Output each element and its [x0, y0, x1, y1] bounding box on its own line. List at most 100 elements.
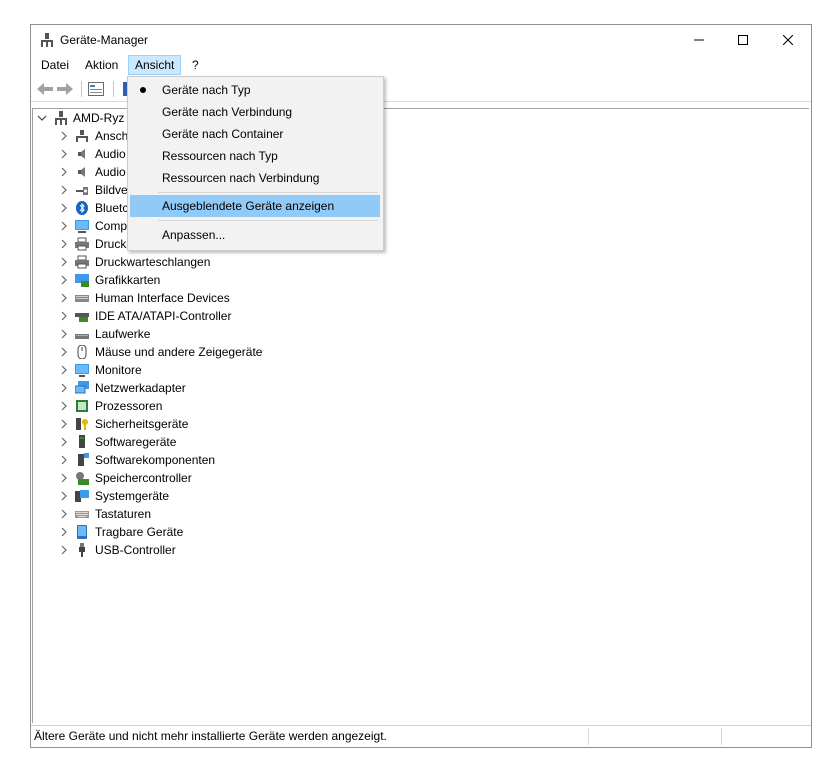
software-device-icon: [79, 435, 85, 448]
tree-item[interactable]: USB-Controller: [33, 541, 633, 559]
tree-item[interactable]: Druckwarteschlangen: [33, 253, 633, 271]
chevron-right-icon[interactable]: [59, 361, 69, 379]
chevron-right-icon[interactable]: [59, 343, 69, 361]
tree-item-label: Audio: [95, 165, 126, 179]
chevron-right-icon[interactable]: [59, 415, 69, 433]
menu-item-label: Geräte nach Container: [162, 127, 284, 141]
tree-item[interactable]: Softwaregeräte: [33, 433, 633, 451]
tree-item-label: Bluetc: [95, 201, 129, 215]
chevron-right-icon[interactable]: [59, 433, 69, 451]
chevron-right-icon[interactable]: [59, 397, 69, 415]
close-button[interactable]: [766, 25, 810, 55]
menu-item-customize[interactable]: Anpassen...: [130, 224, 380, 246]
chevron-right-icon[interactable]: [59, 181, 69, 199]
chevron-right-icon[interactable]: [59, 451, 69, 469]
menu-item-label: Anpassen...: [162, 228, 226, 242]
forward-arrow-icon: [57, 83, 73, 95]
network-adapter-icon: [75, 381, 89, 394]
menu-item-resources-by-type[interactable]: Ressourcen nach Typ: [130, 145, 380, 167]
chevron-right-icon[interactable]: [59, 253, 69, 271]
status-divider: [721, 728, 722, 745]
tree-item[interactable]: Softwarekomponenten: [33, 451, 633, 469]
tree-item[interactable]: IDE ATA/ATAPI-Controller: [33, 307, 633, 325]
menu-datei[interactable]: Datei: [35, 55, 75, 75]
chevron-right-icon[interactable]: [59, 199, 69, 217]
tree-item[interactable]: Grafikkarten: [33, 271, 633, 289]
chevron-right-icon[interactable]: [59, 271, 69, 289]
menu-item-show-hidden-devices[interactable]: Ausgeblendete Geräte anzeigen: [130, 195, 380, 217]
tree-item[interactable]: Human Interface Devices: [33, 289, 633, 307]
tree-item-label: Monitore: [95, 363, 142, 377]
status-text: Ältere Geräte und nicht mehr installiert…: [34, 729, 387, 743]
tree-item-label: Grafikkarten: [95, 273, 161, 287]
printer-icon: [75, 237, 89, 251]
menu-item-devices-by-connection[interactable]: Geräte nach Verbindung: [130, 101, 380, 123]
menu-item-label: Ausgeblendete Geräte anzeigen: [162, 199, 335, 213]
menu-aktion[interactable]: Aktion: [79, 55, 124, 75]
chevron-right-icon[interactable]: [59, 487, 69, 505]
audio-speaker-icon: [78, 167, 85, 177]
minimize-button[interactable]: [677, 25, 721, 55]
tree-item-label: Systemgeräte: [95, 489, 170, 503]
tree-item-label: IDE ATA/ATAPI-Controller: [95, 309, 232, 323]
tree-item[interactable]: Monitore: [33, 361, 633, 379]
camera-icon: [76, 187, 88, 195]
device-manager-icon: [41, 33, 53, 47]
chevron-right-icon[interactable]: [59, 523, 69, 541]
usb-icon: [79, 543, 85, 557]
chevron-right-icon[interactable]: [59, 505, 69, 523]
chevron-right-icon[interactable]: [59, 289, 69, 307]
tree-item[interactable]: Netzwerkadapter: [33, 379, 633, 397]
tree-item-label: Mäuse und andere Zeigegeräte: [95, 345, 263, 359]
tree-item[interactable]: Prozessoren: [33, 397, 633, 415]
chevron-right-icon[interactable]: [59, 127, 69, 145]
tree-item-label: Audio: [95, 147, 126, 161]
properties-icon: [88, 82, 104, 96]
chevron-right-icon[interactable]: [59, 307, 69, 325]
tree-item[interactable]: Tragbare Geräte: [33, 523, 633, 541]
menu-item-devices-by-type[interactable]: Geräte nach Typ: [130, 79, 380, 101]
tree-item-label: Tragbare Geräte: [95, 525, 184, 539]
ide-controller-icon: [75, 313, 89, 322]
menu-ansicht[interactable]: Ansicht: [128, 55, 182, 75]
toolbar-divider: [81, 81, 82, 97]
keyboard-icon: [75, 511, 89, 518]
maximize-button[interactable]: [721, 25, 765, 55]
monitor-icon: [75, 364, 89, 377]
chevron-right-icon[interactable]: [59, 235, 69, 253]
chevron-right-icon[interactable]: [59, 325, 69, 343]
tree-item[interactable]: Tastaturen: [33, 505, 633, 523]
chevron-right-icon[interactable]: [59, 469, 69, 487]
properties-button[interactable]: [87, 80, 105, 98]
tree-item-label: Sicherheitsgeräte: [95, 417, 189, 431]
menu-item-resources-by-connection[interactable]: Ressourcen nach Verbindung: [130, 167, 380, 189]
minimize-icon: [694, 39, 704, 41]
window-title: Geräte-Manager: [60, 33, 149, 47]
close-icon: [783, 35, 793, 45]
toolbar-divider: [113, 81, 114, 97]
back-button[interactable]: [36, 80, 54, 98]
menu-item-label: Ressourcen nach Typ: [162, 149, 278, 163]
tree-item[interactable]: Speichercontroller: [33, 469, 633, 487]
security-key-icon: [76, 418, 88, 430]
chevron-down-icon[interactable]: [37, 109, 47, 127]
menu-item-devices-by-container[interactable]: Geräte nach Container: [130, 123, 380, 145]
processor-icon: [76, 400, 88, 412]
forward-button[interactable]: [56, 80, 74, 98]
tree-item-label: Netzwerkadapter: [95, 381, 186, 395]
tree-item[interactable]: Sicherheitsgeräte: [33, 415, 633, 433]
tree-item[interactable]: Laufwerke: [33, 325, 633, 343]
chevron-right-icon[interactable]: [59, 541, 69, 559]
tree-item[interactable]: Systemgeräte: [33, 487, 633, 505]
tree-item-label: Ansch: [95, 129, 129, 143]
menu-help[interactable]: ?: [186, 55, 205, 75]
tree-item[interactable]: Mäuse und andere Zeigegeräte: [33, 343, 633, 361]
computer-tree-icon: [55, 111, 67, 125]
chevron-right-icon[interactable]: [59, 217, 69, 235]
port-icon: [76, 130, 88, 142]
chevron-right-icon[interactable]: [59, 163, 69, 181]
chevron-right-icon[interactable]: [59, 145, 69, 163]
chevron-right-icon[interactable]: [59, 379, 69, 397]
tree-item-label: USB-Controller: [95, 543, 176, 557]
system-device-icon: [75, 490, 89, 502]
